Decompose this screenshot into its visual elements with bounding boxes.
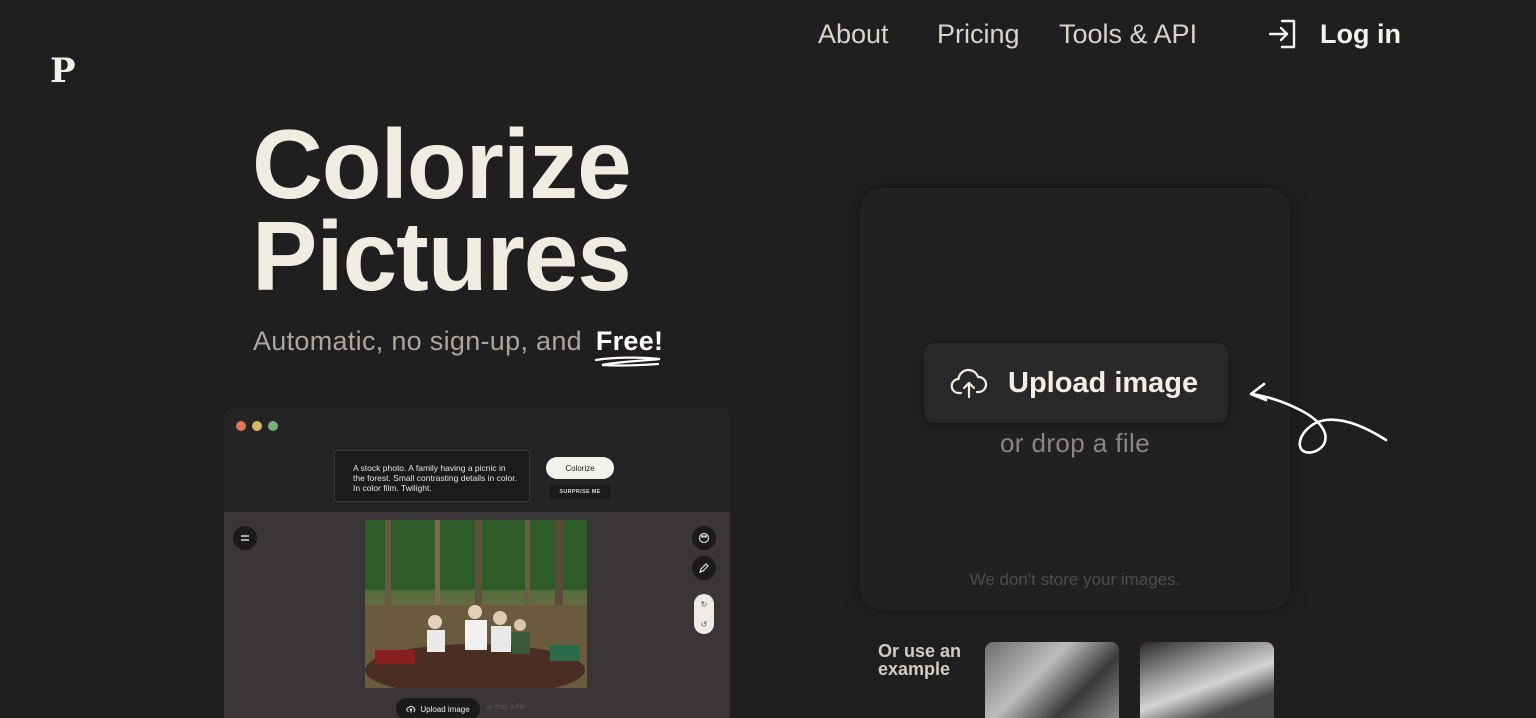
nav-tools-api[interactable]: Tools & API bbox=[1059, 14, 1197, 54]
mockup-drop-text: or drop a file bbox=[486, 704, 525, 711]
example-image-2[interactable] bbox=[1140, 642, 1274, 718]
mockup-prompt-box: A stock photo. A family having a picnic … bbox=[334, 450, 530, 502]
hero-subtitle: Automatic, no sign-up, and Free! bbox=[253, 326, 664, 367]
examples-label: Or use an example bbox=[878, 641, 962, 679]
nav-login[interactable]: Log in bbox=[1268, 14, 1401, 54]
window-dot-red bbox=[236, 421, 246, 431]
mockup-upload-button: Upload image bbox=[396, 698, 480, 718]
mockup-surprise-button: SURPRISE ME bbox=[550, 485, 610, 499]
hero-title: Colorize Pictures bbox=[252, 109, 632, 311]
hero-subtitle-text: Automatic, no sign-up, and bbox=[253, 326, 582, 356]
mockup-palette-icon bbox=[692, 526, 716, 550]
upload-image-button[interactable]: Upload image bbox=[924, 343, 1228, 423]
mockup-canvas: ↻ ↺ Upload image or drop a file bbox=[224, 512, 730, 718]
app-preview-mockup: A stock photo. A family having a picnic … bbox=[224, 408, 730, 718]
top-nav: About Pricing Tools & API Log in bbox=[0, 14, 1536, 54]
page: P About Pricing Tools & API Log in Color… bbox=[0, 0, 1536, 718]
mockup-colorized-photo bbox=[365, 520, 587, 688]
hero-title-line-2: Pictures bbox=[252, 201, 632, 311]
mockup-menu-icon bbox=[233, 526, 257, 550]
mockup-cloud-upload-icon bbox=[406, 705, 416, 713]
window-titlebar bbox=[224, 408, 730, 444]
mockup-redo-icon: ↻ bbox=[700, 599, 708, 609]
hero-subtitle-free: Free! bbox=[594, 326, 664, 367]
hero-title-line-1: Colorize bbox=[252, 109, 632, 219]
upload-image-label: Upload image bbox=[1008, 366, 1199, 399]
mockup-undo-icon: ↺ bbox=[700, 619, 708, 629]
privacy-note: We don't store your images. bbox=[969, 570, 1181, 589]
logo[interactable]: P bbox=[50, 54, 76, 88]
mockup-toolbar: ↻ ↺ bbox=[692, 526, 716, 634]
login-label: Log in bbox=[1320, 19, 1401, 49]
mockup-pencil-icon bbox=[692, 556, 716, 580]
mockup-undo-redo: ↻ ↺ bbox=[694, 594, 714, 634]
window-dot-yellow bbox=[252, 421, 262, 431]
window-dot-green bbox=[268, 421, 278, 431]
hand-drawn-arrow-icon bbox=[1249, 382, 1388, 454]
drop-file-text: or drop a file bbox=[999, 428, 1151, 458]
example-image-1[interactable] bbox=[985, 642, 1119, 718]
mockup-colorize-button: Colorize bbox=[546, 457, 614, 479]
cloud-upload-icon bbox=[950, 368, 988, 399]
nav-pricing[interactable]: Pricing bbox=[937, 14, 1020, 54]
scribble-underline-icon bbox=[594, 356, 660, 367]
nav-about[interactable]: About bbox=[818, 14, 889, 54]
login-icon bbox=[1268, 19, 1296, 49]
